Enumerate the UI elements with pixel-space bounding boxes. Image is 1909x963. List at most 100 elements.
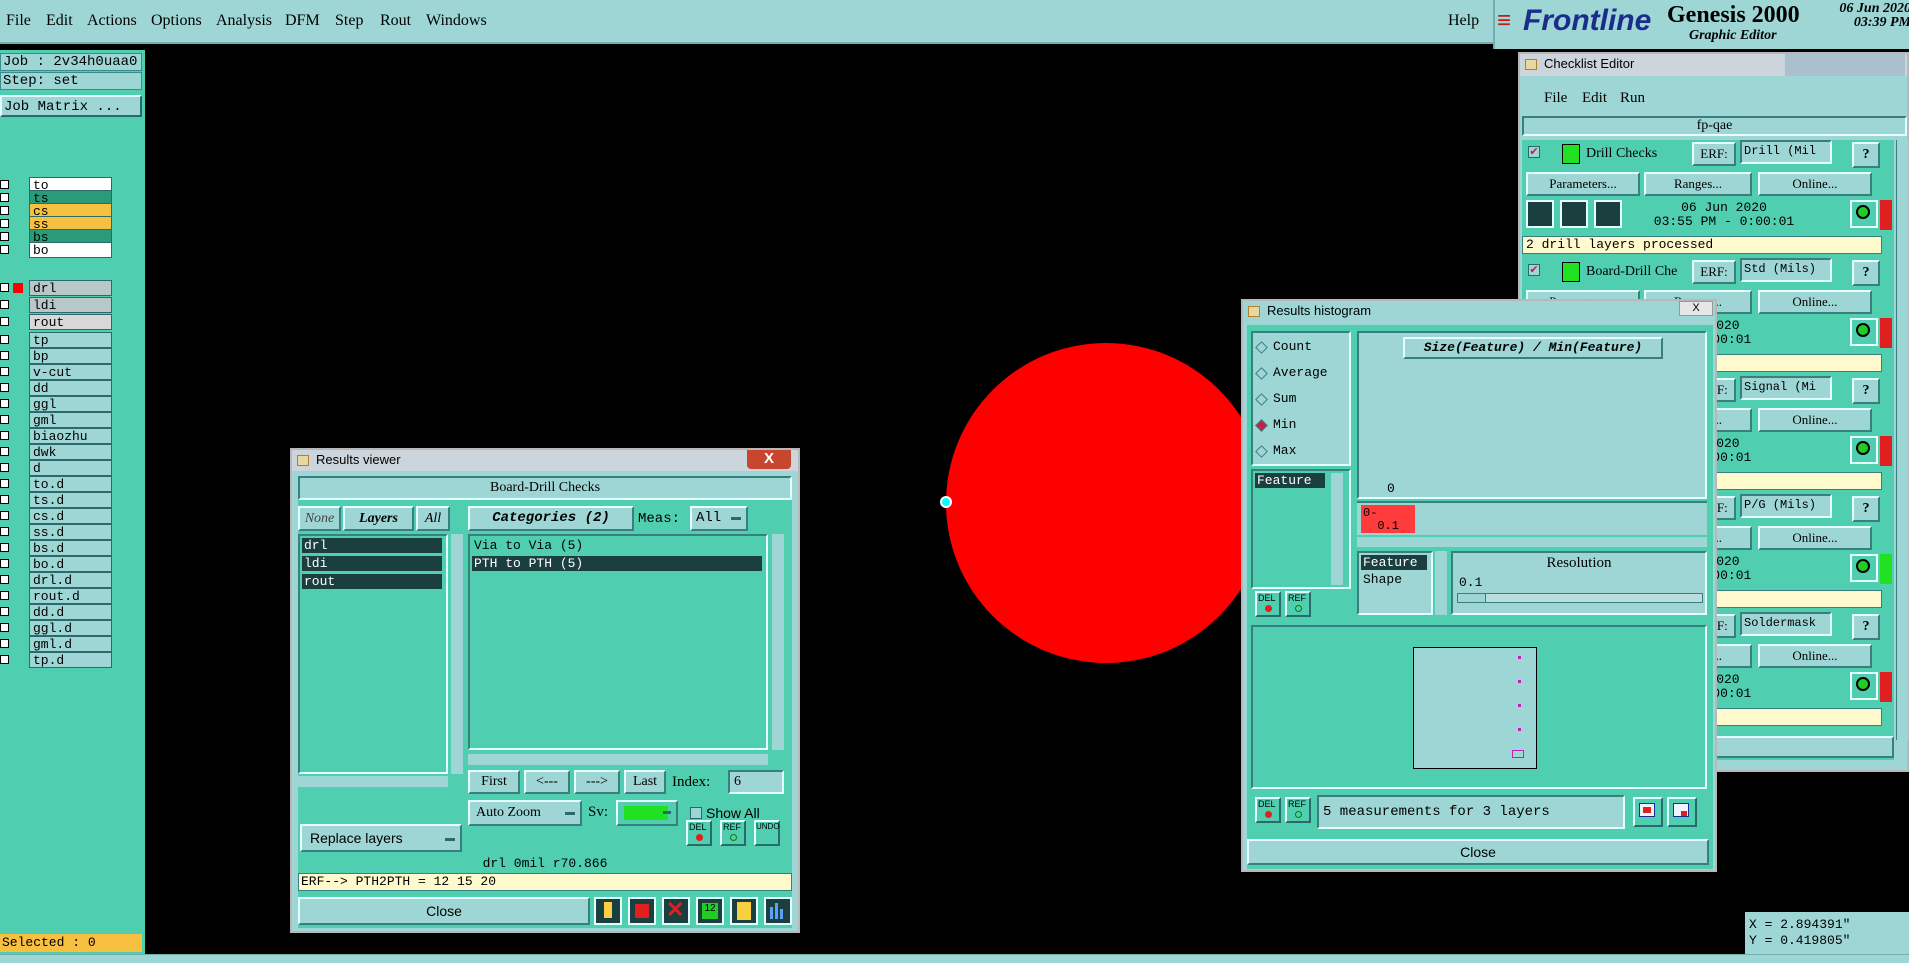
feature-list-item[interactable]: Feature [1255,473,1325,488]
menu-windows[interactable]: Windows [426,12,487,30]
close-button[interactable]: Close [1247,839,1709,865]
layer-checkbox[interactable] [0,383,9,392]
erf-value[interactable]: Drill (Mil [1740,140,1832,164]
layer-checkbox[interactable] [0,463,9,472]
layers-list-item[interactable]: drl [302,538,442,553]
categories-scrollbar[interactable] [772,534,784,750]
del-icon[interactable]: DEL [1255,591,1281,617]
help-button[interactable]: ? [1852,142,1880,168]
layer-checkbox[interactable] [0,415,9,424]
window-controls[interactable] [1785,54,1905,76]
del-icon[interactable]: DEL [1255,797,1281,823]
index-input[interactable]: 6 [728,770,784,794]
layer-checkbox[interactable] [0,219,9,228]
layer-checkbox[interactable] [0,206,9,215]
online-button[interactable]: Online... [1758,172,1872,196]
menu-edit[interactable]: Edit [46,12,73,30]
layer-row[interactable]: gml [0,412,115,428]
layer-row[interactable]: bo.d [0,556,115,572]
erf-value[interactable]: Signal (Mi [1740,376,1832,400]
menu-options[interactable]: Options [151,12,202,30]
none-button[interactable]: None [298,506,341,531]
layer-checkbox[interactable] [0,543,9,552]
grouping-list[interactable]: Feature Shape [1357,551,1433,615]
layer-row[interactable]: dd [0,380,115,396]
slider-handle[interactable] [1458,594,1486,602]
job-matrix-button[interactable]: Job Matrix ... [0,95,142,117]
layer-checkbox[interactable] [0,245,9,254]
layer-row[interactable]: bo [0,242,115,258]
layer-checkbox[interactable] [0,479,9,488]
erf-value[interactable]: P/G (Mils) [1740,494,1832,518]
category-item-selected[interactable]: PTH to PTH (5) [472,556,762,571]
layer-checkbox[interactable] [0,623,9,632]
erf-button[interactable]: ERF: [1692,260,1736,284]
layer-name[interactable]: to.d [29,476,112,492]
checklist-menu-run[interactable]: Run [1620,90,1645,107]
histogram-hscrollbar[interactable] [1357,537,1707,547]
run-step-icon[interactable] [1560,200,1588,228]
layer-name[interactable]: cs.d [29,508,112,524]
figure-icon[interactable] [594,897,622,925]
layer-checkbox[interactable] [0,607,9,616]
layer-row[interactable]: cs.d [0,508,115,524]
next-button[interactable]: ---> [574,770,620,794]
layer-row[interactable]: ggl [0,396,115,412]
layer-checkbox[interactable] [0,447,9,456]
layer-checkbox[interactable] [0,639,9,648]
formula-button[interactable]: Size(Feature) / Min(Feature) [1403,337,1663,359]
layer-row[interactable]: ss.d [0,524,115,540]
layer-checkbox[interactable] [0,367,9,376]
layer-checkbox[interactable] [0,575,9,584]
checklist-menu-edit[interactable]: Edit [1582,90,1607,107]
ranges-button[interactable]: Ranges... [1644,172,1752,196]
layers-list-item[interactable]: ldi [302,556,442,571]
online-button[interactable]: Online... [1758,526,1872,550]
layer-checkbox[interactable] [0,559,9,568]
close-window-button[interactable]: X [1679,301,1713,316]
zoom-icon[interactable] [1850,200,1878,228]
layer-checkbox[interactable] [0,232,9,241]
layer-checkbox[interactable] [0,193,9,202]
layer-row[interactable]: rout.d [0,588,115,604]
help-button[interactable]: ? [1852,378,1880,404]
ref-icon[interactable]: REF [720,820,746,846]
erf-value[interactable]: Std (Mils) [1740,258,1832,282]
layer-name[interactable]: ss.d [29,524,112,540]
layer-row[interactable]: dd.d [0,604,115,620]
online-button[interactable]: Online... [1758,408,1872,432]
close-window-button[interactable]: X [747,450,791,469]
categories-hscrollbar[interactable] [468,754,768,765]
zoom-out-icon[interactable] [1667,797,1697,827]
layer-name[interactable]: v-cut [29,364,112,380]
zoom-icon[interactable] [1850,554,1878,582]
zoom-fit-icon[interactable] [1633,797,1663,827]
menu-file[interactable]: File [6,12,31,30]
previous-button[interactable]: <--- [524,770,570,794]
layer-name[interactable]: dd [29,380,112,396]
layer-row[interactable]: biaozhu [0,428,115,444]
menu-dfm[interactable]: DFM [285,12,320,30]
layer-name[interactable]: biaozhu [29,428,112,444]
layer-row[interactable]: ggl.d [0,620,115,636]
item-name[interactable]: Drill Checks [1586,146,1657,162]
layer-name[interactable]: gml [29,412,112,428]
layer-row[interactable]: d [0,460,115,476]
ref-icon[interactable]: REF [1285,797,1311,823]
layer-row[interactable]: to.d [0,476,115,492]
online-button[interactable]: Online... [1758,290,1872,314]
menu-actions[interactable]: Actions [87,12,137,30]
run-icon[interactable] [1526,200,1554,228]
layer-row[interactable]: bs.d [0,540,115,556]
layer-checkbox[interactable] [0,591,9,600]
layer-name[interactable]: rout.d [29,588,112,604]
layers-list-item[interactable]: rout [302,574,442,589]
cross-out-icon[interactable]: ✕ [662,897,690,925]
erf-value[interactable]: Soldermask [1740,612,1832,636]
grouping-scrollbar[interactable] [1435,551,1447,615]
layer-row[interactable]: ts.d [0,492,115,508]
layers-hscrollbar[interactable] [298,776,448,787]
layer-row[interactable]: tp.d [0,652,115,668]
categories-button[interactable]: Categories (2) [468,506,634,531]
close-button[interactable]: Close [298,897,590,925]
